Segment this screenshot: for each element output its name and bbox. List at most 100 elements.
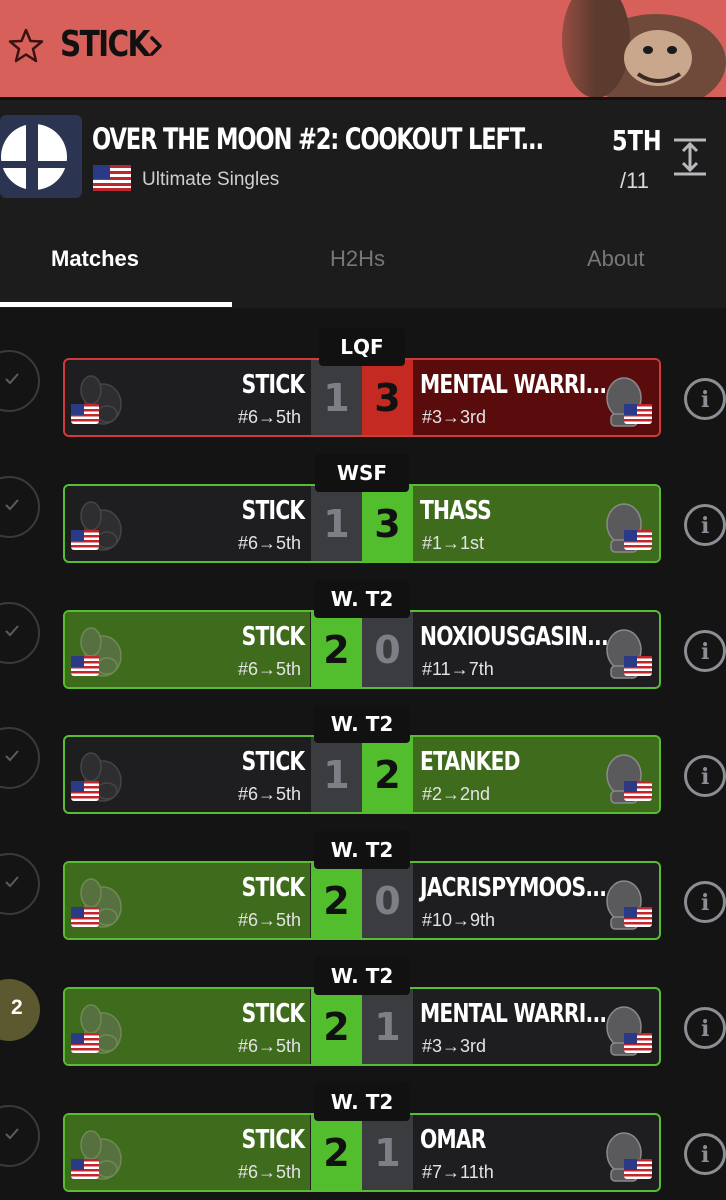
smash-logo — [0, 115, 82, 198]
tab-active-indicator — [0, 302, 232, 307]
us-flag-icon — [93, 165, 131, 191]
left-player-seed: #6→5th — [237, 784, 301, 804]
right-score: 0 — [362, 863, 413, 938]
round-label: W. T2 — [314, 705, 410, 743]
round-label: W. T2 — [314, 1083, 410, 1121]
right-player-seed: #3→3rd — [422, 407, 487, 427]
right-player-name: OMAR — [420, 1125, 486, 1155]
match-row[interactable]: 2 STICK #6→5th 2 1 MENTAL WARRI... #3→3r… — [0, 937, 726, 1066]
chevron-right-icon[interactable] — [146, 32, 166, 60]
match-card[interactable]: STICK #6→5th 2 1 MENTAL WARRI... #3→3rd — [63, 987, 661, 1066]
completed-check-icon — [0, 1105, 40, 1167]
tab-about[interactable]: About — [587, 246, 645, 272]
us-flag-icon — [71, 656, 99, 676]
match-card[interactable]: STICK #6→5th 2 1 OMAR #7→11th — [63, 1113, 661, 1192]
us-flag-icon — [71, 781, 99, 801]
info-icon[interactable]: i — [684, 1007, 726, 1049]
game-count-badge: 2 — [0, 979, 40, 1041]
right-player-name: MENTAL WARRI... — [420, 999, 607, 1029]
left-player-seed: #6→5th — [237, 910, 301, 930]
right-player-name: NOXIOUSGASIN... — [420, 622, 609, 652]
left-player-name: STICK — [241, 622, 304, 652]
left-score: 1 — [311, 737, 362, 812]
right-player-seed: #11→7th — [422, 659, 494, 679]
placement: 5TH — [612, 124, 662, 157]
info-icon[interactable]: i — [684, 1133, 726, 1175]
match-row[interactable]: STICK #6→5th 2 1 OMAR #7→11th W. T2 i — [0, 1063, 726, 1192]
tab-h2hs[interactable]: H2Hs — [330, 246, 385, 272]
left-score: 2 — [311, 612, 362, 687]
completed-check-icon — [0, 602, 40, 664]
right-player-seed: #7→11th — [422, 1162, 494, 1182]
info-icon[interactable]: i — [684, 755, 726, 797]
match-row[interactable]: STICK #6→5th 1 3 MENTAL WARRI... #3→3rd … — [0, 308, 726, 437]
left-player-seed: #6→5th — [237, 659, 301, 679]
match-card[interactable]: STICK #6→5th 2 0 NOXIOUSGASIN... #11→7th — [63, 610, 661, 689]
expand-icon[interactable] — [674, 137, 706, 177]
left-player-seed: #6→5th — [237, 1162, 301, 1182]
tournament-info — [0, 100, 726, 220]
left-player-name: STICK — [241, 370, 304, 400]
match-row[interactable]: STICK #6→5th 1 2 ETANKED #2→2nd W. T2 i — [0, 685, 726, 814]
player-header: STICK — [0, 0, 726, 97]
character-art — [526, 0, 726, 97]
us-flag-icon — [624, 656, 652, 676]
round-label: W. T2 — [314, 831, 410, 869]
right-score: 1 — [362, 1115, 413, 1190]
us-flag-icon — [71, 530, 99, 550]
left-player-name: STICK — [241, 1125, 304, 1155]
player-name[interactable]: STICK — [60, 24, 150, 65]
completed-check-icon — [0, 727, 40, 789]
info-icon[interactable]: i — [684, 881, 726, 923]
right-score: 3 — [362, 360, 413, 435]
right-player-seed: #1→1st — [422, 533, 485, 553]
us-flag-icon — [624, 530, 652, 550]
left-player-seed: #6→5th — [237, 533, 301, 553]
tournament-name[interactable]: OVER THE MOON #2: COOKOUT LEFT... — [92, 122, 544, 156]
match-row[interactable]: STICK #6→5th 1 3 THASS #1→1st WSF i — [0, 434, 726, 563]
left-player-name: STICK — [241, 999, 304, 1029]
left-player-seed: #6→5th — [237, 1036, 301, 1056]
right-player-name: JACRISPYMOOS... — [420, 873, 607, 903]
left-player-name: STICK — [241, 873, 304, 903]
left-score: 2 — [311, 1115, 362, 1190]
match-row[interactable]: STICK #6→5th 2 0 JACRISPYMOOS... #10→9th… — [0, 811, 726, 940]
match-row[interactable]: STICK #6→5th 2 0 NOXIOUSGASIN... #11→7th… — [0, 560, 726, 689]
us-flag-icon — [624, 907, 652, 927]
round-label: W. T2 — [314, 580, 410, 618]
left-score: 1 — [311, 360, 362, 435]
us-flag-icon — [624, 1033, 652, 1053]
right-player-seed: #2→2nd — [422, 784, 491, 804]
completed-check-icon — [0, 476, 40, 538]
info-icon[interactable]: i — [684, 378, 726, 420]
us-flag-icon — [71, 1033, 99, 1053]
info-icon[interactable]: i — [684, 504, 726, 546]
right-player-seed: #3→3rd — [422, 1036, 487, 1056]
us-flag-icon — [624, 1159, 652, 1179]
right-player-seed: #10→9th — [422, 910, 496, 930]
right-player-name: THASS — [420, 496, 492, 526]
match-card[interactable]: STICK #6→5th 1 3 THASS #1→1st — [63, 484, 661, 563]
left-player-name: STICK — [241, 747, 304, 777]
us-flag-icon — [71, 1159, 99, 1179]
event-name: Ultimate Singles — [142, 169, 280, 190]
round-label: LQF — [319, 328, 405, 366]
right-score: 2 — [362, 737, 413, 812]
round-label: W. T2 — [314, 957, 410, 995]
right-player-name: MENTAL WARRI... — [420, 370, 607, 400]
us-flag-icon — [71, 404, 99, 424]
tab-matches[interactable]: Matches — [51, 246, 139, 272]
left-score: 2 — [311, 989, 362, 1064]
right-score: 3 — [362, 486, 413, 561]
match-card[interactable]: STICK #6→5th 1 2 ETANKED #2→2nd — [63, 735, 661, 814]
entrant-count: /11 — [620, 168, 649, 193]
completed-check-icon — [0, 853, 40, 915]
left-score: 1 — [311, 486, 362, 561]
info-icon[interactable]: i — [684, 630, 726, 672]
right-score: 0 — [362, 612, 413, 687]
left-score: 2 — [311, 863, 362, 938]
match-card[interactable]: STICK #6→5th 2 0 JACRISPYMOOS... #10→9th — [63, 861, 661, 940]
us-flag-icon — [624, 404, 652, 424]
star-icon[interactable] — [6, 26, 46, 66]
match-card[interactable]: STICK #6→5th 1 3 MENTAL WARRI... #3→3rd — [63, 358, 661, 437]
